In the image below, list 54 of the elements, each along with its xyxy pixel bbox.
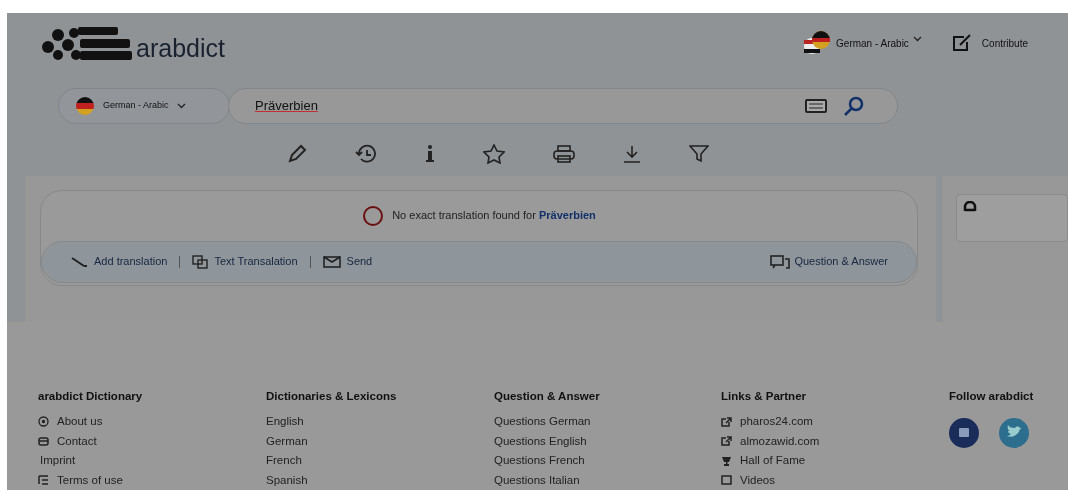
action-link[interactable]: Send [322,253,373,270]
footer-heading: Links & Partner [721,389,807,404]
footer-link[interactable]: About us [38,412,266,432]
caret-icon [912,36,922,43]
trophy-icon [721,455,732,466]
keyboard-icon[interactable] [805,99,827,114]
chat-icon [770,254,791,269]
language-menu[interactable]: German - Arabic [802,30,922,57]
footer-link[interactable]: Questions English [494,431,721,451]
filter-icon[interactable] [689,145,709,164]
footer-link[interactable]: Hall of Fame [721,451,949,471]
search-icon[interactable] [843,95,865,118]
external-link-icon [721,436,732,447]
external-link-icon [721,416,732,427]
download-icon[interactable] [623,145,641,164]
footer-link[interactable]: Questions Italian [494,470,721,490]
action-link[interactable]: Text Transalation [192,253,298,270]
contribute-link[interactable]: Contribute [951,34,1028,53]
footer-heading: arabdict Dictionary [38,389,144,404]
edit-icon [951,34,974,53]
star-icon[interactable] [483,144,505,165]
twitter-icon[interactable] [999,418,1029,448]
question-answer-link[interactable]: Question & Answer [770,253,888,270]
footer-heading: Question & Answer [494,389,601,404]
footer-heading: Dictionaries & Lexicons [266,389,398,404]
footer-link[interactable]: Contact [38,431,266,451]
footer-link[interactable]: French [266,451,494,471]
logo-icon [40,25,132,62]
flag-icon [802,30,833,57]
footer-link[interactable]: Terms of use [38,470,266,490]
footer-link[interactable]: pharos24.com [721,412,949,432]
footer-link[interactable]: Videos [721,470,949,490]
circle-icon [362,204,385,227]
search-field[interactable]: Präverbien [228,88,898,125]
flag-icon [75,96,95,117]
footer-heading: Follow arabdict [949,389,1035,404]
mail-icon [322,255,341,268]
footer-link[interactable]: Spanish [266,470,494,490]
footer-link[interactable]: English [266,412,494,432]
footer-link[interactable]: Questions French [494,451,721,471]
list-icon [38,475,49,486]
printer-icon[interactable] [553,145,575,164]
footer-link[interactable]: almozawid.com [721,431,949,451]
contact-icon [38,436,49,446]
logo-text[interactable]: arabdict [136,36,225,62]
history-icon[interactable] [355,144,377,165]
dictionary-select[interactable]: German - Arabic [58,88,230,125]
translate-icon [192,254,209,269]
footer-link[interactable]: Questions German [494,412,721,432]
footer-link[interactable]: Imprint [38,451,266,471]
no-result-message: No exact translation found for Präverbien [392,208,596,224]
action-link[interactable]: Add translation [70,253,168,270]
caret-icon [176,103,186,110]
footer-link[interactable]: German [266,431,494,451]
